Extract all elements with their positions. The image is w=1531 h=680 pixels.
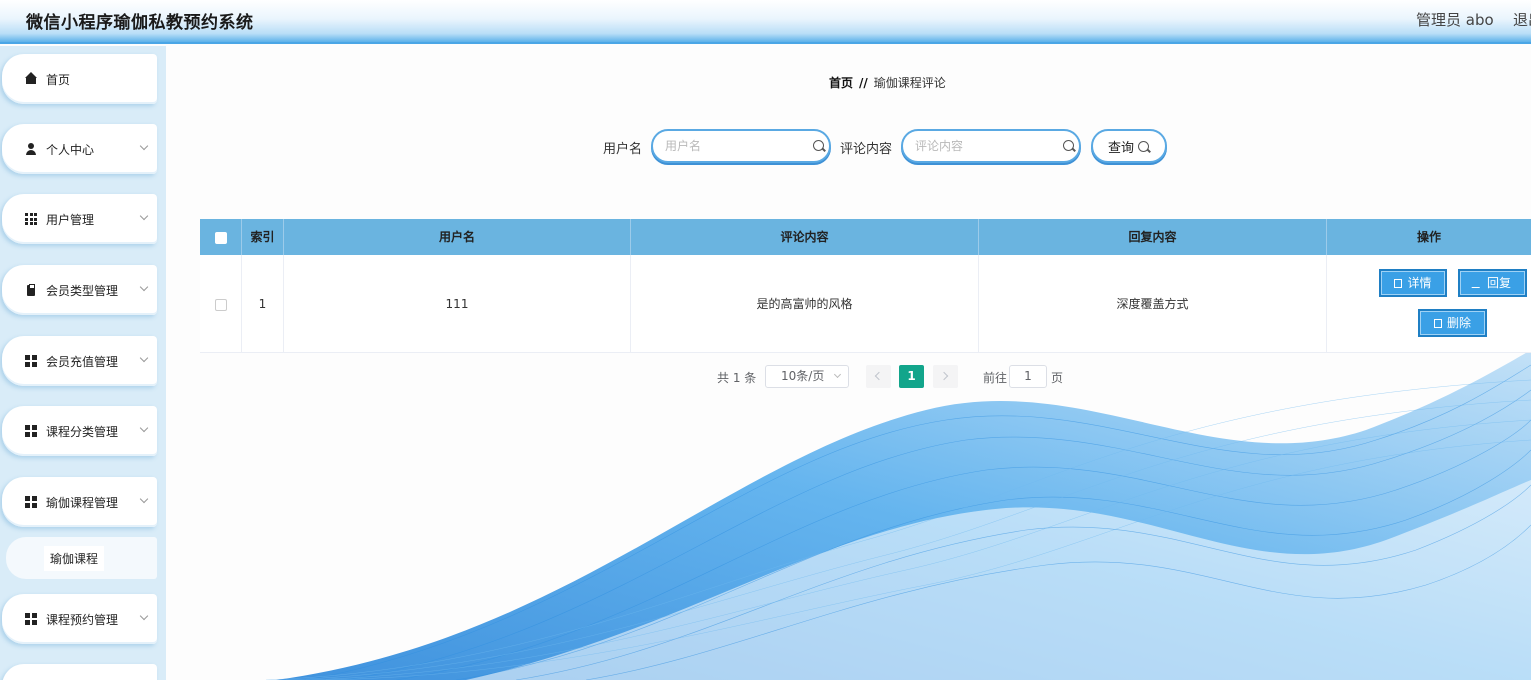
- comment-label: 评论内容: [840, 142, 893, 157]
- clipboard-icon: [25, 284, 37, 296]
- admin-username: 管理员 abo: [1416, 11, 1494, 29]
- sidebar-item-member-recharge[interactable]: 会员充值管理: [2, 336, 157, 386]
- comment-input[interactable]: [915, 131, 1055, 161]
- wave-background: [265, 350, 1531, 680]
- select-all-checkbox[interactable]: [214, 231, 227, 244]
- sidebar: 首页 个人中心 用户管理 会员类型管理 会员充值管理 课程分类管理 瑜伽课程管理…: [0, 46, 166, 680]
- chevron-down-icon: [139, 611, 149, 621]
- reply-button-label: 回复: [1486, 276, 1511, 290]
- grid-icon: [25, 496, 37, 508]
- sidebar-item-label: 会员类型管理: [46, 283, 119, 298]
- sidebar-item-user-management[interactable]: 用户管理: [2, 194, 157, 244]
- column-header-index: 索引: [242, 219, 284, 255]
- page-size-select[interactable]: 10条/页: [765, 365, 849, 388]
- page-size-value: 10条/页: [781, 369, 825, 383]
- breadcrumb-home[interactable]: 首页: [829, 76, 853, 90]
- sidebar-item-label: 用户管理: [46, 212, 95, 227]
- search-icon: [1138, 140, 1150, 152]
- column-header-comment: 评论内容: [631, 219, 979, 255]
- page-number-current[interactable]: 1: [899, 365, 924, 388]
- sidebar-item-course-category[interactable]: 课程分类管理: [2, 406, 157, 456]
- cell-reply: 深度覆盖方式: [979, 255, 1327, 353]
- prev-page-button[interactable]: [866, 365, 891, 388]
- chevron-down-icon: [139, 141, 149, 151]
- home-icon: [25, 72, 37, 85]
- sidebar-item-label: 课程预约管理: [46, 612, 119, 627]
- sidebar-item-home[interactable]: 首页: [2, 54, 157, 104]
- sidebar-item-label: 会员充值管理: [46, 354, 119, 369]
- chevron-down-icon: [139, 211, 149, 221]
- edit-icon: [1471, 278, 1485, 288]
- page-suffix: 页: [1051, 371, 1064, 385]
- pagination-total: 共 1 条: [717, 371, 757, 385]
- user-icon: [25, 143, 37, 155]
- sidebar-subitem-yoga-course[interactable]: 瑜伽课程: [6, 537, 157, 579]
- document-icon: [1394, 278, 1403, 288]
- select-all-cell: [200, 219, 242, 255]
- query-button-label: 查询: [1108, 140, 1135, 156]
- breadcrumb: 首页 // 瑜伽课程评论: [829, 74, 946, 91]
- username-input[interactable]: [665, 131, 805, 161]
- row-checkbox[interactable]: [214, 298, 227, 311]
- delete-button-label: 删除: [1446, 316, 1471, 330]
- cell-actions: 详情 回复 删除: [1327, 255, 1531, 353]
- grid-icon: [25, 613, 37, 625]
- top-header: 微信小程序瑜伽私教预约系统 管理员 abo 退出: [0, 0, 1531, 44]
- table-row: 1 111 是的高富帅的风格 深度覆盖方式 详情 回复 删除: [200, 255, 1531, 353]
- username-label: 用户名: [603, 142, 643, 157]
- sidebar-subitem-label: 瑜伽课程: [44, 545, 105, 571]
- trash-icon: [1433, 318, 1442, 328]
- grid-icon: [25, 355, 37, 367]
- search-icon: [813, 140, 824, 151]
- logout-link[interactable]: 退出: [1513, 9, 1531, 30]
- grid-icon: [25, 425, 37, 437]
- comment-search-box: [901, 129, 1081, 163]
- sidebar-item-course-booking[interactable]: 课程预约管理: [2, 594, 157, 644]
- chevron-down-icon: [139, 353, 149, 363]
- detail-button[interactable]: 详情: [1379, 269, 1447, 297]
- sidebar-item-yoga-course[interactable]: 瑜伽课程管理: [2, 477, 157, 527]
- sidebar-item-label: 瑜伽课程管理: [46, 495, 119, 510]
- app-title: 微信小程序瑜伽私教预约系统: [26, 13, 254, 33]
- goto-label: 前往: [983, 371, 1008, 385]
- chevron-down-icon: [139, 494, 149, 504]
- query-button[interactable]: 查询: [1091, 129, 1167, 163]
- chevron-down-icon: [139, 423, 149, 433]
- username-search-box: [651, 129, 831, 163]
- cell-index: 1: [242, 255, 284, 353]
- table-header: 索引 用户名 评论内容 回复内容 操作: [200, 219, 1531, 255]
- sidebar-item-label: 课程分类管理: [46, 424, 119, 439]
- chevron-left-icon: [874, 371, 884, 381]
- sidebar-item-personal-center[interactable]: 个人中心: [2, 124, 157, 174]
- search-icon: [1063, 140, 1074, 151]
- chevron-down-icon: [139, 282, 149, 292]
- sidebar-item-label: 个人中心: [46, 142, 95, 157]
- chevron-down-icon: [833, 370, 842, 379]
- delete-button[interactable]: 删除: [1418, 309, 1487, 337]
- sidebar-item-more[interactable]: [2, 664, 157, 680]
- row-select-cell: [200, 255, 242, 353]
- chevron-right-icon: [939, 371, 949, 381]
- next-page-button[interactable]: [933, 365, 958, 388]
- goto-page-input[interactable]: 1: [1009, 365, 1047, 388]
- grid-icon: [25, 213, 37, 225]
- sidebar-item-label: 首页: [46, 72, 71, 87]
- breadcrumb-separator: //: [859, 76, 868, 90]
- column-header-reply: 回复内容: [979, 219, 1327, 255]
- cell-comment: 是的高富帅的风格: [631, 255, 979, 353]
- sidebar-item-member-type[interactable]: 会员类型管理: [2, 265, 157, 315]
- column-header-username: 用户名: [284, 219, 631, 255]
- cell-username: 111: [284, 255, 631, 353]
- breadcrumb-current: 瑜伽课程评论: [873, 76, 946, 90]
